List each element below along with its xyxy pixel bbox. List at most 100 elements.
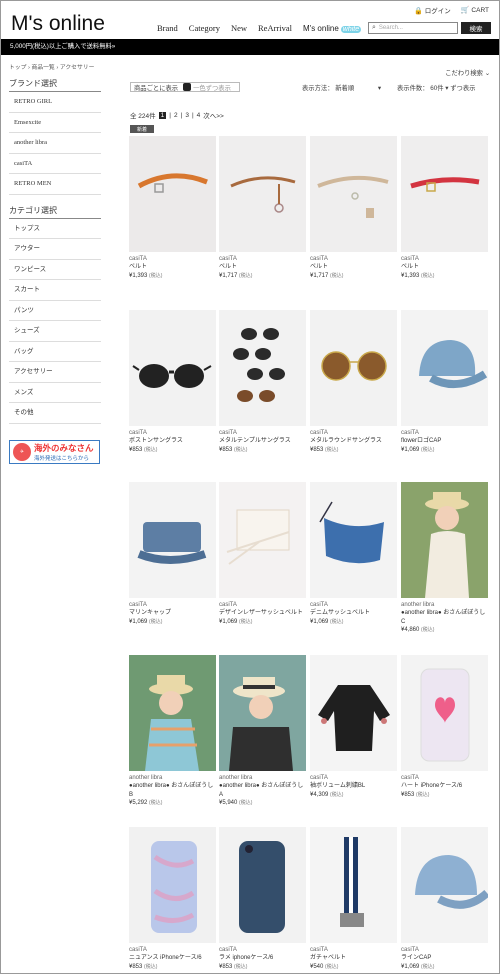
- product-image[interactable]: [219, 827, 306, 943]
- product-name[interactable]: ベルト: [219, 263, 306, 271]
- nav-ms-online-white[interactable]: M's online white: [303, 24, 362, 33]
- product-card[interactable]: casiTA メタルラウンドサングラス ¥853 (税込): [310, 310, 397, 454]
- product-name[interactable]: flowerロゴCAP: [401, 437, 488, 445]
- product-name[interactable]: デニムサッシュベルト: [310, 609, 397, 617]
- page-2[interactable]: 2: [174, 112, 178, 119]
- product-name[interactable]: ニュアンス iPhoneケース/6: [129, 954, 216, 962]
- product-tax-note: (税込): [416, 791, 430, 798]
- sidebar-brand-emsexcite[interactable]: Emsexcite: [9, 113, 101, 133]
- product-name[interactable]: マリンキャップ: [129, 609, 216, 617]
- product-card[interactable]: casiTA ボストンサングラス ¥853 (税込): [129, 310, 216, 454]
- product-image[interactable]: [310, 136, 397, 252]
- product-name[interactable]: ベルト: [310, 263, 397, 271]
- product-card[interactable]: another libra ●another libra● おさんぽぼうしB ¥5,…: [129, 655, 216, 808]
- product-card[interactable]: casiTA ハート iPhoneケース/6 ¥853 (税込): [401, 655, 488, 799]
- page-1[interactable]: 1: [158, 111, 167, 119]
- per-page-select[interactable]: 表示件数： 60件 ▾ ずつ表示: [397, 83, 475, 92]
- product-card[interactable]: casiTA ラメ iphoneケース/6 ¥853 (税込): [219, 827, 306, 971]
- product-image[interactable]: [401, 655, 488, 771]
- overseas-shipping-banner[interactable]: ✈ 海外のみなさん 海外発送はこちらから: [9, 439, 100, 464]
- product-brand: casiTA: [129, 602, 147, 608]
- product-image[interactable]: [401, 136, 488, 252]
- sidebar-category-other[interactable]: その他: [9, 403, 101, 424]
- product-image[interactable]: [401, 827, 488, 943]
- product-card[interactable]: casiTA flowerロゴCAP ¥1,069 (税込): [401, 310, 488, 454]
- product-card[interactable]: another libra ●another libra● おさんぽぼうしC ¥4,…: [401, 482, 488, 635]
- nav-new[interactable]: New: [231, 23, 247, 33]
- product-card[interactable]: casiTA 袖ボリューム刺繍BL ¥4,309 (税込): [310, 655, 397, 799]
- product-name[interactable]: デザインレザーサッシュベルト: [219, 609, 306, 617]
- sidebar-brand-retro-girl[interactable]: RETRO GIRL: [9, 92, 101, 113]
- product-image[interactable]: [129, 482, 216, 598]
- sidebar-brand-another-libra[interactable]: another libra: [9, 133, 101, 154]
- page-4[interactable]: 4: [197, 112, 201, 119]
- product-name[interactable]: ●another libra● おさんぽぼうしA: [219, 782, 306, 799]
- product-card[interactable]: casiTA デザインレザーサッシュベルト ¥1,069 (税込): [219, 482, 306, 626]
- nav-category[interactable]: Category: [189, 23, 220, 33]
- sidebar-category-outer[interactable]: アウター: [9, 239, 101, 260]
- search-button[interactable]: 検索: [461, 22, 491, 34]
- breadcrumb[interactable]: トップ › 商品一覧 › アクセサリー: [9, 62, 94, 71]
- product-name[interactable]: 袖ボリューム刺繍BL: [310, 782, 397, 790]
- product-name[interactable]: ベルト: [401, 263, 488, 271]
- product-name[interactable]: ●another libra● おさんぽぼうしC: [401, 609, 488, 626]
- nav-rearrival[interactable]: ReArrival: [258, 23, 292, 33]
- product-card[interactable]: casiTA ベルト ¥1,393 (税込): [129, 136, 216, 280]
- cart-link[interactable]: 🛒 CART: [461, 6, 489, 14]
- next-page[interactable]: 次へ>>: [203, 110, 224, 120]
- product-name[interactable]: メタルテンプルサングラス: [219, 437, 306, 445]
- nav-brand[interactable]: Brand: [157, 23, 178, 33]
- sidebar-brand-casita[interactable]: casiTA: [9, 154, 101, 174]
- sidebar-category-mens[interactable]: メンズ: [9, 383, 101, 403]
- product-card[interactable]: casiTA ベルト ¥1,717 (税込): [310, 136, 397, 280]
- product-name[interactable]: ハート iPhoneケース/6: [401, 782, 488, 790]
- product-image[interactable]: [219, 482, 306, 598]
- product-image[interactable]: [129, 310, 216, 426]
- sidebar-category-skirt[interactable]: スカート: [9, 280, 101, 301]
- product-card[interactable]: casiTA ベルト ¥1,717 (税込): [219, 136, 306, 280]
- fine-search-link[interactable]: こだわり検索 ⌄: [445, 68, 490, 77]
- sidebar-category-accessory[interactable]: アクセサリー: [9, 362, 101, 383]
- page-3[interactable]: 3: [185, 112, 189, 119]
- product-image[interactable]: [219, 655, 306, 771]
- sidebar-category-onepiece[interactable]: ワンピース: [9, 260, 101, 280]
- sidebar-category-bag[interactable]: バッグ: [9, 342, 101, 362]
- product-image[interactable]: [310, 827, 397, 943]
- product-card[interactable]: casiTA ベルト ¥1,393 (税込): [401, 136, 488, 280]
- product-card[interactable]: casiTA ニュアンス iPhoneケース/6 ¥853 (税込): [129, 827, 216, 971]
- search-input[interactable]: ⌕ Search...: [368, 22, 458, 34]
- sidebar-category-shoes[interactable]: シューズ: [9, 321, 101, 342]
- sidebar-category-tops[interactable]: トップス: [9, 219, 101, 239]
- product-image[interactable]: [401, 310, 488, 426]
- product-name[interactable]: ●another libra● おさんぽぼうしB: [129, 782, 216, 799]
- sidebar-category-pants[interactable]: パンツ: [9, 301, 101, 321]
- product-image[interactable]: [219, 310, 306, 426]
- product-card[interactable]: casiTA ラインCAP ¥1,069 (税込): [401, 827, 488, 971]
- product-name[interactable]: ボストンサングラス: [129, 437, 216, 445]
- product-card[interactable]: another libra ●another libra● おさんぽぼうしA ¥5,…: [219, 655, 306, 808]
- display-toggle[interactable]: 商品ごとに表示 一色ずつ表示: [130, 82, 240, 92]
- product-name[interactable]: ラメ iphoneケース/6: [219, 954, 306, 962]
- product-image[interactable]: [401, 482, 488, 598]
- product-card[interactable]: casiTA ガチャベルト ¥540 (税込): [310, 827, 397, 971]
- login-link[interactable]: 🔒 ログイン: [414, 5, 451, 15]
- product-image[interactable]: [310, 310, 397, 426]
- product-name[interactable]: ベルト: [129, 263, 216, 271]
- product-name[interactable]: ガチャベルト: [310, 954, 397, 962]
- product-image[interactable]: [219, 136, 306, 252]
- product-image[interactable]: [129, 655, 216, 771]
- product-image[interactable]: [129, 136, 216, 252]
- product-name[interactable]: メタルラウンドサングラス: [310, 437, 397, 445]
- product-image[interactable]: [310, 482, 397, 598]
- free-shipping-banner[interactable]: 5,000円(税込)以上ご購入で送料無料»: [1, 39, 499, 55]
- product-image[interactable]: [129, 827, 216, 943]
- product-card[interactable]: casiTA メタルテンプルサングラス ¥853 (税込): [219, 310, 306, 454]
- product-card[interactable]: casiTA デニムサッシュベルト ¥1,069 (税込): [310, 482, 397, 626]
- sidebar-brand-retro-men[interactable]: RETRO MEN: [9, 174, 101, 195]
- site-logo[interactable]: M's online: [11, 12, 105, 36]
- product-card[interactable]: casiTA マリンキャップ ¥1,069 (税込): [129, 482, 216, 626]
- sort-select[interactable]: 表示方法： 新着順 ▾: [302, 83, 381, 92]
- product-image[interactable]: [310, 655, 397, 771]
- toggle-switch[interactable]: [183, 83, 192, 91]
- product-name[interactable]: ラインCAP: [401, 954, 488, 962]
